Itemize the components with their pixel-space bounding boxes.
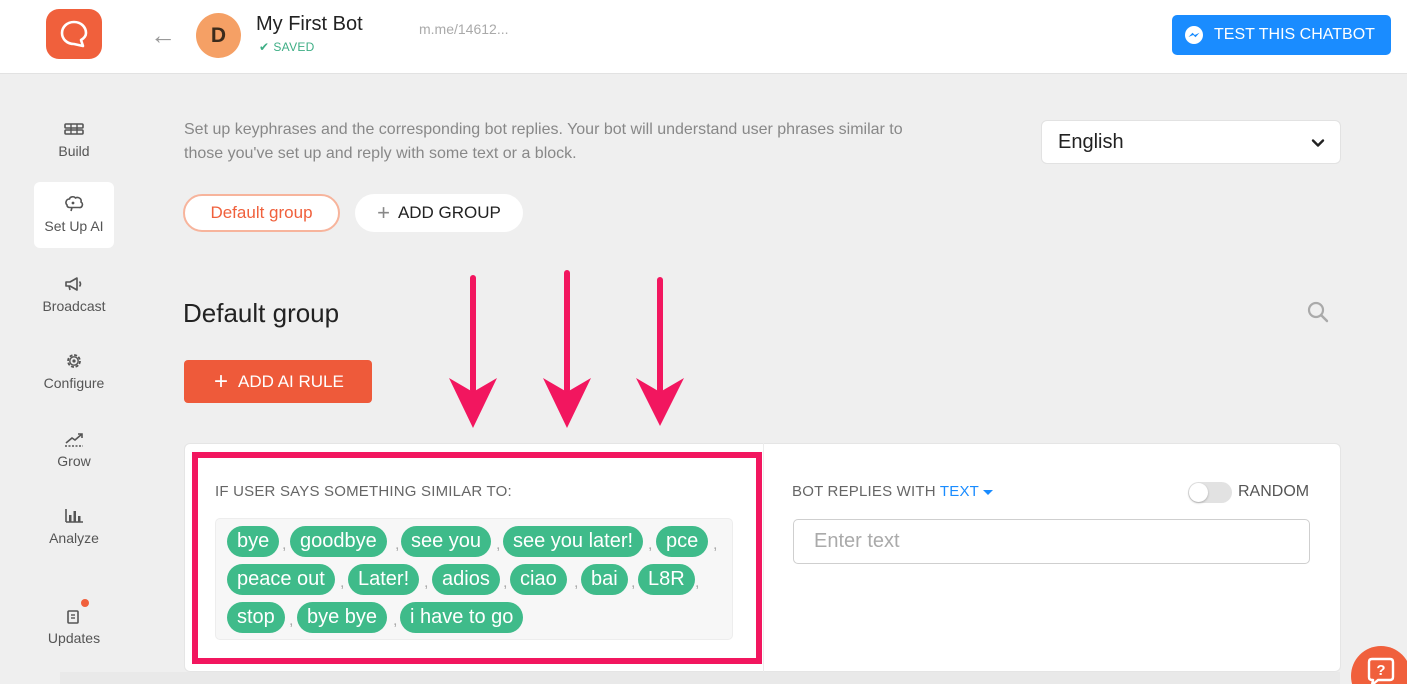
- random-label: RANDOM: [1238, 483, 1310, 500]
- page-footer-shade: [60, 672, 1340, 684]
- back-arrow-icon[interactable]: ←: [150, 22, 176, 48]
- reply-type-value: TEXT: [939, 483, 980, 500]
- add-ai-rule-label: ADD AI RULE: [238, 371, 344, 391]
- help-button[interactable]: ?: [1351, 646, 1407, 684]
- help-icon: ?: [1367, 657, 1395, 684]
- annotation-arrow: [543, 270, 591, 428]
- add-ai-rule-button[interactable]: + ADD AI RULE: [184, 360, 372, 403]
- language-value: English: [1058, 130, 1124, 153]
- saved-status-label: SAVED: [273, 40, 315, 54]
- section-title: Default group: [183, 298, 340, 328]
- language-select[interactable]: English: [1041, 120, 1341, 164]
- test-chatbot-label: TEST THIS CHATBOT: [1214, 26, 1375, 43]
- add-group-label: ADD GROUP: [397, 203, 501, 222]
- build-icon: [64, 123, 84, 135]
- notification-dot: [81, 599, 89, 607]
- svg-text:?: ?: [1376, 662, 1385, 679]
- plus-icon: +: [214, 367, 229, 395]
- random-toggle[interactable]: [1188, 482, 1232, 503]
- updates-icon: [67, 610, 79, 624]
- sidebar-item-build[interactable]: Build: [34, 107, 114, 171]
- sidebar-item-analyze[interactable]: Analyze: [34, 494, 114, 558]
- sidebar-item-set-up-ai[interactable]: Set Up AI: [34, 182, 114, 248]
- bot-replies-prefix: BOT REPLIES WITH: [792, 483, 936, 500]
- add-group-button[interactable]: + ADD GROUP: [355, 194, 523, 232]
- saved-status: ✔ SAVED: [259, 40, 315, 54]
- bot-messenger-link[interactable]: m.me/14612...: [419, 21, 509, 37]
- plus-icon: +: [377, 200, 390, 225]
- checkmark-icon: ✔: [259, 40, 270, 54]
- sidebar-item-broadcast[interactable]: Broadcast: [34, 262, 114, 326]
- reply-text-input[interactable]: [793, 519, 1310, 564]
- sidebar-item-label: Build: [58, 143, 90, 159]
- intro-text: Set up keyphrases and the corresponding …: [184, 121, 903, 162]
- search-icon[interactable]: [1306, 300, 1330, 324]
- sidebar-item-configure[interactable]: Configure: [34, 339, 114, 403]
- sidebar-item-label: Updates: [47, 630, 101, 646]
- sidebar-item-label: Broadcast: [42, 298, 106, 314]
- ai-brain-icon: [65, 195, 84, 212]
- sidebar-item-updates[interactable]: Updates: [34, 594, 114, 658]
- sidebar-item-label: Grow: [57, 453, 91, 469]
- grow-chart-icon: [65, 433, 83, 447]
- caret-down-icon: [983, 489, 994, 495]
- bot-replies-label: BOT REPLIES WITH TEXT: [792, 483, 994, 500]
- bot-avatar[interactable]: D: [196, 13, 241, 58]
- reply-type-dropdown[interactable]: TEXT: [939, 483, 994, 500]
- toggle-knob: [1189, 483, 1208, 502]
- bar-chart-icon: [65, 509, 83, 523]
- annotation-highlight-box: [192, 452, 762, 664]
- annotation-arrow: [636, 277, 684, 426]
- sidebar-item-label: Analyze: [49, 530, 99, 546]
- chatfuel-logo-icon[interactable]: [46, 9, 102, 59]
- sidebar-item-label: Set Up AI: [44, 218, 104, 234]
- rule-divider: [763, 443, 764, 672]
- sidebar-item-grow[interactable]: Grow: [34, 417, 114, 481]
- messenger-icon: [1185, 26, 1203, 44]
- megaphone-icon: [65, 277, 82, 291]
- top-bar: ← D My First Bot ✔ SAVED m.me/14612... TE…: [0, 0, 1407, 74]
- test-chatbot-button[interactable]: TEST THIS CHATBOT: [1172, 15, 1391, 55]
- group-tab-default[interactable]: Default group: [183, 194, 340, 232]
- sidebar: Build Set Up AI Broadcast Configure Grow…: [0, 75, 150, 684]
- gear-icon: [67, 354, 81, 368]
- bot-name[interactable]: My First Bot: [256, 13, 363, 36]
- sidebar-item-label: Configure: [43, 375, 105, 391]
- chevron-down-icon: [1311, 139, 1325, 147]
- annotation-arrow: [449, 275, 497, 428]
